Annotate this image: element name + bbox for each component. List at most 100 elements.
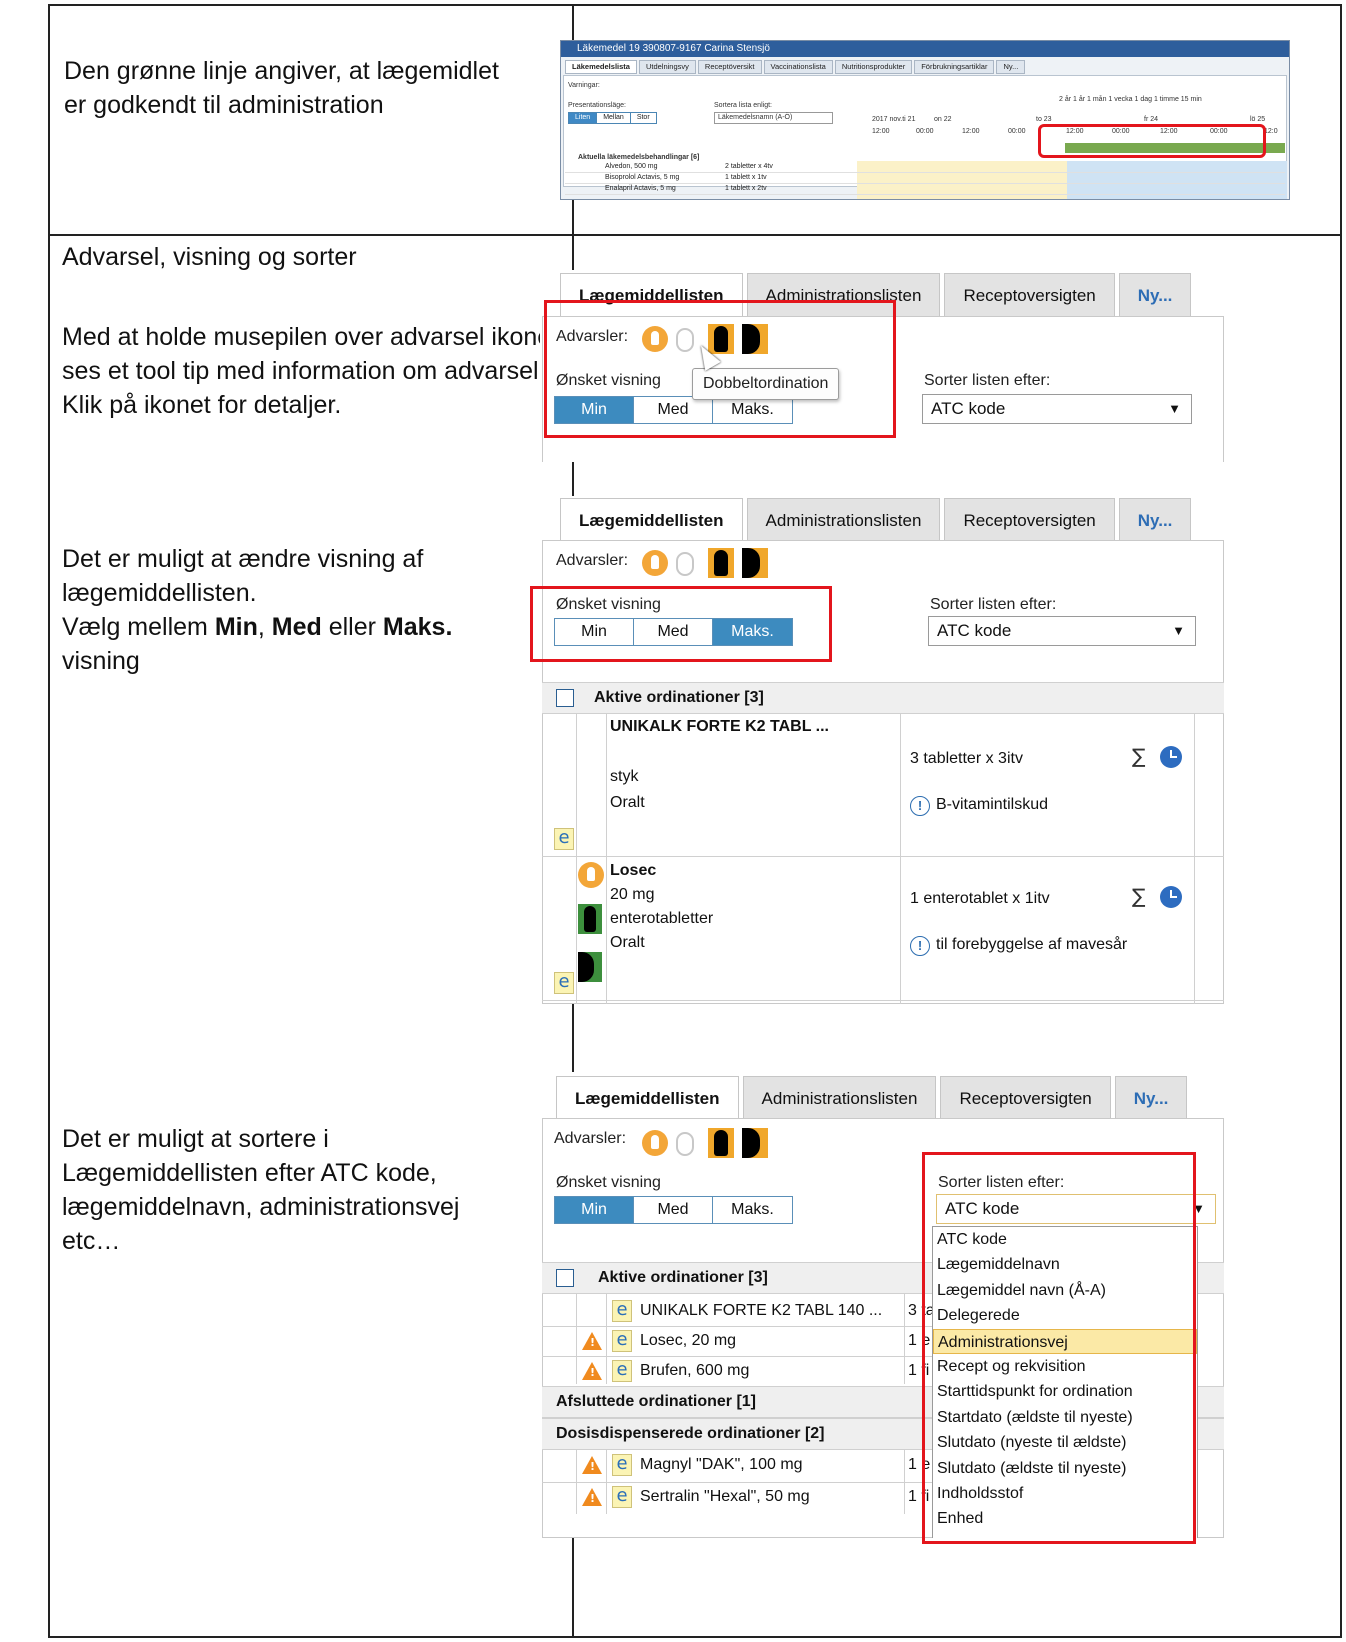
- e-prescription-icon[interactable]: e: [612, 1330, 632, 1352]
- overview-row[interactable]: Bisoprolol Actavis, 5 mg 1 tablett x 1tv: [565, 174, 1285, 184]
- medication-route: Oralt: [610, 934, 645, 951]
- sort-select[interactable]: ATC kode ▼: [922, 394, 1192, 424]
- e-prescription-icon[interactable]: e: [612, 1486, 632, 1508]
- medication-name[interactable]: Losec, 20 mg: [640, 1332, 736, 1350]
- medication-form: enterotabletter: [610, 910, 714, 927]
- overview-zoom-labels[interactable]: 2 år 1 år 1 mån 1 vecka 1 dag 1 timme 15…: [1059, 96, 1202, 103]
- sum-icon[interactable]: ∑: [1132, 884, 1145, 908]
- view-description-line2-pre: Vælg mellem: [62, 613, 215, 641]
- overview-row[interactable]: Alvedon, 500 mg 2 tabletter x 4tv: [565, 163, 1285, 173]
- double-order-icon[interactable]: [676, 1132, 694, 1156]
- overview-tab[interactable]: Förbrukningsartiklar: [914, 60, 995, 74]
- group-checkbox[interactable]: [556, 689, 574, 707]
- view-description: Det er muligt at ændre visning af lægemi…: [62, 542, 542, 678]
- grid-line: [904, 1294, 905, 1384]
- sum-icon[interactable]: ∑: [1132, 744, 1145, 768]
- overview-sort-select[interactable]: Läkemedelsnamn (A-Ö): [714, 112, 834, 124]
- group-header-active[interactable]: Aktive ordinationer [3]: [542, 682, 1224, 714]
- highlight-box: [530, 586, 832, 662]
- e-prescription-icon[interactable]: e: [554, 972, 574, 994]
- warning-icon[interactable]: [582, 1488, 602, 1506]
- warning-icon[interactable]: [582, 1362, 602, 1380]
- medication-name[interactable]: Magnyl "DAK", 100 mg: [640, 1456, 803, 1474]
- row1-text: Den grønne linje angiver, at lægemidlet …: [64, 57, 499, 119]
- overview-tab[interactable]: Läkemedelslista: [565, 60, 637, 74]
- view-sep2: eller: [321, 613, 383, 641]
- view-option-med[interactable]: Med: [634, 1197, 713, 1223]
- medication-name[interactable]: Brufen, 600 mg: [640, 1362, 749, 1380]
- overview-time: 00:00: [1008, 128, 1026, 135]
- double-order-icon[interactable]: [676, 552, 694, 576]
- view-opt-med: Med: [271, 613, 322, 641]
- sort-select[interactable]: ATC kode ▼: [928, 616, 1196, 646]
- highlight-box: [922, 1152, 1196, 1544]
- overview-presentation-option[interactable]: Stor: [630, 113, 656, 123]
- pregnancy-icon[interactable]: [578, 904, 602, 934]
- e-prescription-icon[interactable]: e: [612, 1454, 632, 1476]
- view-option-maks[interactable]: Maks.: [713, 1197, 792, 1223]
- tab-prescription-overview[interactable]: Receptoversigten: [944, 273, 1115, 317]
- medication-name[interactable]: UNIKALK FORTE K2 TABL 140 ...: [640, 1302, 882, 1320]
- warning-icon[interactable]: [582, 1456, 602, 1474]
- e-prescription-icon[interactable]: e: [612, 1360, 632, 1382]
- overview-tab[interactable]: Nutritionsprodukter: [834, 60, 913, 74]
- overview-title: Läkemedel 19 390807-9167 Carina Stensjö: [577, 43, 770, 54]
- view-opt-min: Min: [214, 613, 258, 641]
- overview-tab[interactable]: Ny...: [996, 60, 1026, 74]
- overview-time: 12:00: [962, 128, 980, 135]
- grid-line: [606, 714, 607, 1004]
- tab-strip: Lægemiddellisten Administrationslisten R…: [560, 498, 1195, 542]
- warning-hand-icon[interactable]: [642, 550, 668, 576]
- tab-medication-list[interactable]: Lægemiddellisten: [556, 1076, 739, 1120]
- breastfeeding-icon[interactable]: [742, 548, 768, 578]
- tab-new[interactable]: Ny...: [1118, 498, 1192, 542]
- medication-name[interactable]: Sertralin "Hexal", 50 mg: [640, 1488, 810, 1506]
- warning-icon[interactable]: [582, 1332, 602, 1350]
- tab-new[interactable]: Ny...: [1114, 1076, 1188, 1120]
- warning-hand-icon[interactable]: [578, 862, 604, 888]
- medication-name[interactable]: UNIKALK FORTE K2 TABL ...: [610, 718, 829, 736]
- overview-presentation-toggle[interactable]: Liten Mellan Stor: [568, 112, 657, 124]
- overview-date: 2017 nov.ti 21: [872, 116, 916, 123]
- tab-administration-list[interactable]: Administrationslisten: [742, 1076, 937, 1120]
- tooltip-description: Med at holde musepilen over advarsel iko…: [62, 323, 559, 419]
- clock-icon[interactable]: [1160, 746, 1182, 768]
- tab-new[interactable]: Ny...: [1118, 273, 1192, 317]
- highlight-box: [544, 300, 896, 438]
- group-header-label: Aktive ordinationer [3]: [598, 1269, 768, 1286]
- warnings-label: Advarsler:: [554, 1130, 627, 1147]
- overview-warnings-label: Varningar:: [568, 82, 600, 89]
- overview-tab[interactable]: Receptöversikt: [697, 60, 762, 74]
- overview-row[interactable]: Enalapril Actavis, 5 mg 1 tablett x 2tv: [565, 185, 1285, 195]
- grid-line: [576, 1294, 577, 1384]
- overview-tab[interactable]: Utdelningsvy: [638, 60, 696, 74]
- overview-time: 12:0: [1264, 128, 1278, 135]
- e-prescription-icon[interactable]: e: [612, 1300, 632, 1322]
- e-prescription-icon[interactable]: e: [554, 828, 574, 850]
- view-toggle[interactable]: Min Med Maks.: [554, 1196, 793, 1224]
- overview-tab[interactable]: Vaccinationslista: [763, 60, 833, 74]
- tab-medication-list[interactable]: Lægemiddellisten: [560, 498, 743, 542]
- pregnancy-icon[interactable]: [708, 1128, 734, 1158]
- view-label: Ønsket visning: [556, 1174, 661, 1191]
- breastfeeding-icon[interactable]: [578, 952, 602, 982]
- tab-prescription-overview[interactable]: Receptoversigten: [940, 1076, 1111, 1120]
- grid-line: [542, 1000, 1224, 1001]
- pregnancy-icon[interactable]: [708, 548, 734, 578]
- view-option-min[interactable]: Min: [555, 1197, 634, 1223]
- breastfeeding-icon[interactable]: [742, 1128, 768, 1158]
- clock-icon[interactable]: [1160, 886, 1182, 908]
- overview-tabs: Läkemedelslista Utdelningsvy Receptövers…: [565, 60, 1026, 74]
- warning-hand-icon[interactable]: [642, 1130, 668, 1156]
- tab-prescription-overview[interactable]: Receptoversigten: [944, 498, 1115, 542]
- view-sep1: ,: [257, 613, 272, 641]
- warnings-label: Advarsler:: [556, 552, 629, 569]
- overview-presentation-label: Presentationsläge:: [568, 102, 626, 109]
- overview-group-header: Aktuella läkemedelsbehandlingar [6]: [578, 154, 700, 161]
- overview-presentation-option[interactable]: Mellan: [597, 113, 631, 123]
- tab-administration-list[interactable]: Administrationslisten: [746, 498, 941, 542]
- medication-name[interactable]: Losec: [610, 862, 656, 880]
- overview-presentation-option[interactable]: Liten: [569, 113, 598, 123]
- chevron-down-icon: ▼: [1172, 623, 1185, 638]
- group-checkbox[interactable]: [556, 1269, 574, 1287]
